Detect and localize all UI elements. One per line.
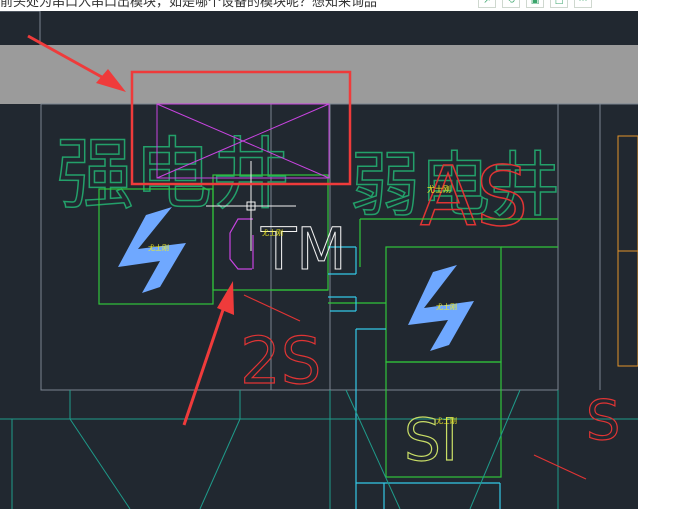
page-bottom-margin — [0, 509, 676, 529]
share-icon[interactable]: ↗ — [478, 0, 496, 8]
more-icon[interactable]: ⋯ — [574, 0, 592, 8]
annotation-arrowhead-bottom — [217, 281, 234, 315]
label-s: S — [586, 389, 620, 452]
label-2s: 2S — [240, 325, 321, 399]
question-text: 前头处为串口入串口出模块，如是哪个设备的模块呢？想知来询品 — [0, 0, 378, 10]
toolbar: ↗ ⟲ ▣ □ ⋯ — [478, 0, 592, 10]
page-right-margin — [638, 11, 676, 509]
screenshot-page: 前头处为串口入串口出模块，如是哪个设备的模块呢？想知来询品 ↗ ⟲ ▣ □ ⋯ … — [0, 0, 676, 529]
cad-drawing: 强电井 弱电井 AS TM 2S S SI 尤士刚 尤士刚 尤士刚 尤士刚 尤士… — [0, 11, 638, 509]
copy-icon[interactable]: □ — [550, 0, 568, 8]
annotation-arrow-bottom — [182, 300, 228, 426]
small-tag-3: 尤士刚 — [427, 184, 451, 194]
link-icon[interactable]: ⟲ — [502, 0, 520, 8]
label-tm: TM — [260, 215, 346, 283]
small-tag-4: 尤士刚 — [436, 302, 457, 311]
small-tag-5: 尤士刚 — [436, 416, 457, 425]
small-tag-1: 尤士刚 — [148, 243, 169, 252]
image-icon[interactable]: ▣ — [526, 0, 544, 8]
label-as: AS — [420, 150, 528, 245]
cad-drawing-canvas[interactable]: 强电井 弱电井 AS TM 2S S SI 尤士刚 尤士刚 尤士刚 尤士刚 尤士… — [0, 11, 638, 509]
small-tag-2: 尤士刚 — [262, 228, 283, 237]
